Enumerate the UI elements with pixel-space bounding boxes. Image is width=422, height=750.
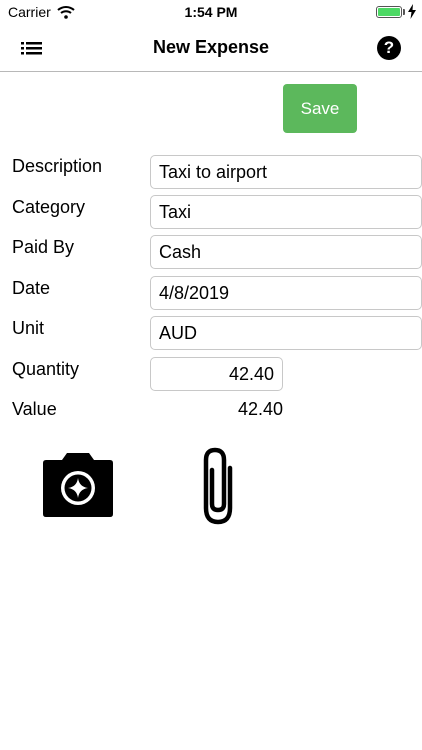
category-label: Category (12, 197, 86, 217)
unit-field[interactable] (150, 316, 422, 350)
battery-cap (403, 9, 405, 15)
category-field[interactable] (150, 195, 422, 229)
paid-by-field[interactable] (150, 235, 422, 269)
description-label: Description (12, 156, 103, 176)
save-button[interactable]: Save (283, 84, 357, 133)
unit-label: Unit (12, 318, 45, 338)
status-bar: Carrier 1:54 PM (0, 0, 422, 24)
quantity-label: Quantity (12, 359, 80, 379)
add-photo-camera-icon[interactable] (42, 452, 114, 518)
quantity-field[interactable] (150, 357, 283, 391)
battery-level (378, 8, 400, 16)
help-circle-icon[interactable]: ? (377, 36, 401, 60)
value-amount: 42.40 (237, 399, 283, 419)
paid-by-label: Paid By (12, 237, 75, 257)
value-label: Value (12, 399, 57, 419)
navigation-bar: New Expense ? (0, 24, 422, 72)
paperclip-icon[interactable] (196, 446, 240, 526)
status-time: 1:54 PM (184, 4, 238, 20)
date-label: Date (12, 278, 51, 298)
date-field[interactable] (150, 276, 422, 310)
description-field[interactable] (150, 155, 422, 189)
battery-icon (376, 6, 402, 18)
charging-bolt-icon (408, 4, 416, 19)
page-title: New Expense (152, 37, 270, 57)
